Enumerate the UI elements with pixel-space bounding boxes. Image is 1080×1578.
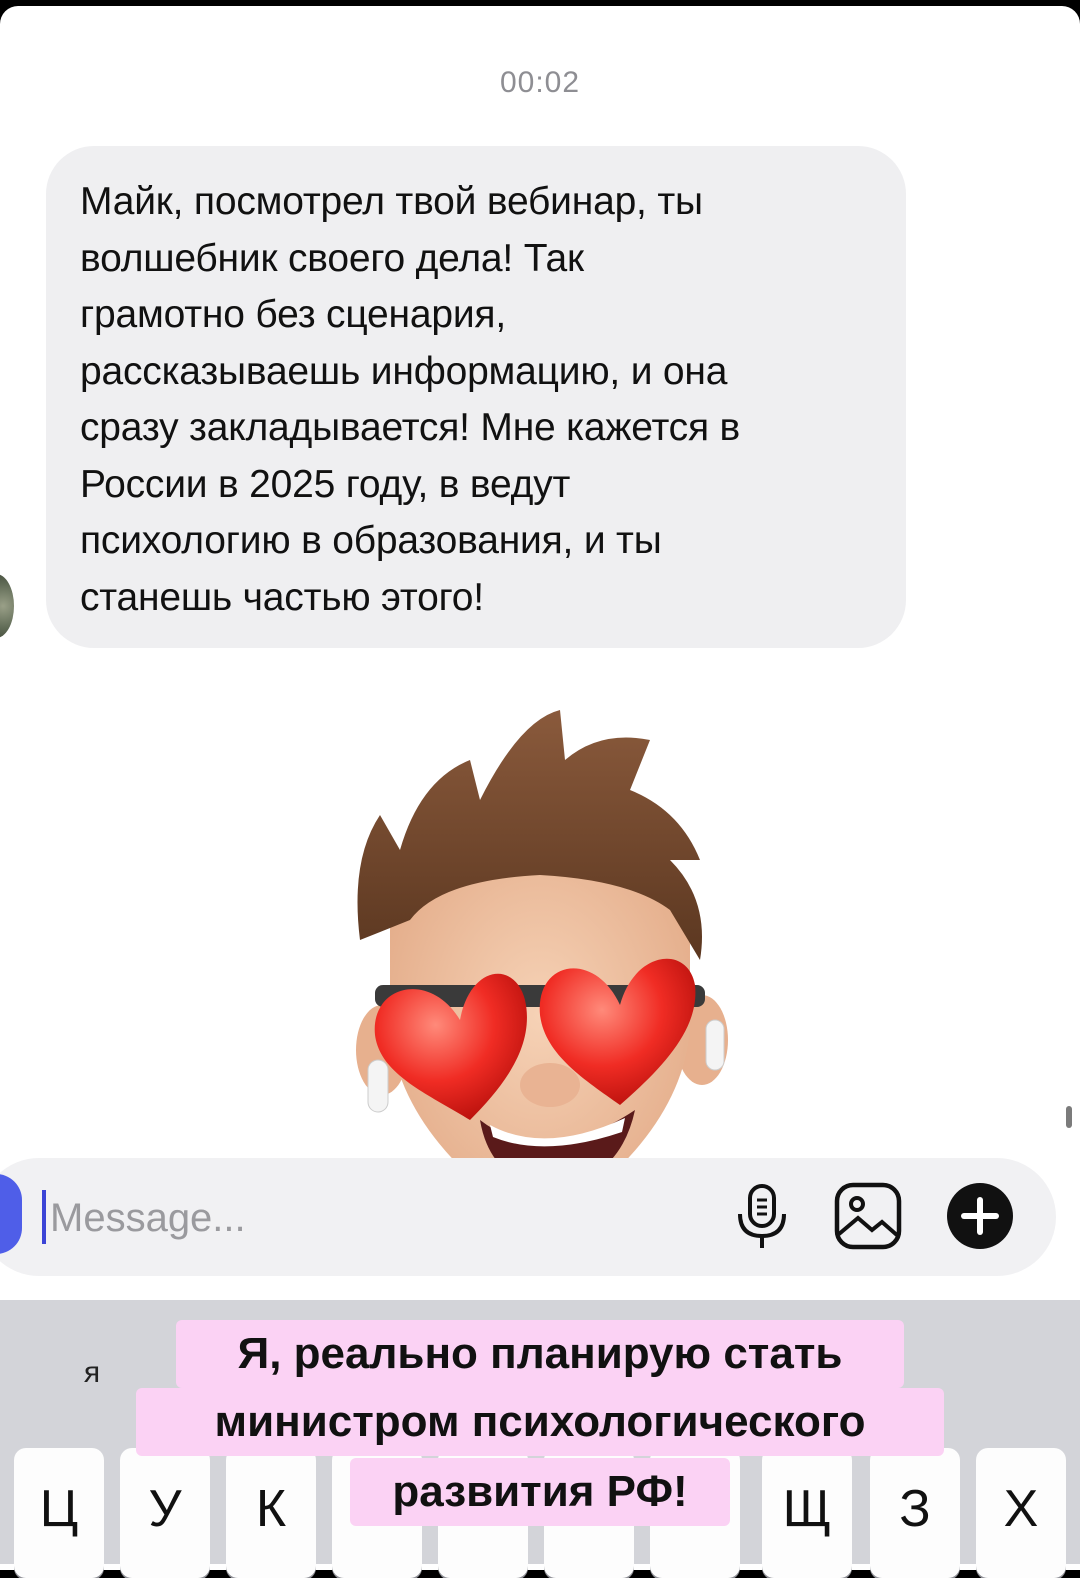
key-u[interactable]: У: [120, 1448, 210, 1578]
key-z[interactable]: З: [870, 1448, 960, 1578]
key-shch[interactable]: Щ: [762, 1448, 852, 1578]
key-kh[interactable]: Х: [976, 1448, 1066, 1578]
key-ts[interactable]: Ц: [14, 1448, 104, 1578]
key-ye[interactable]: [332, 1448, 422, 1578]
key-n[interactable]: [438, 1448, 528, 1578]
key-k[interactable]: К: [226, 1448, 316, 1578]
microphone-icon[interactable]: [726, 1180, 798, 1252]
key-sh[interactable]: [650, 1448, 740, 1578]
sender-avatar[interactable]: [0, 574, 14, 638]
scroll-indicator[interactable]: [1066, 1106, 1072, 1128]
message-input[interactable]: [50, 1190, 650, 1246]
keyboard-suggestion[interactable]: я: [62, 1356, 122, 1390]
message-bubble[interactable]: Майк, посмотрел твой вебинар, ты волшебн…: [46, 146, 906, 648]
message-text: Майк, посмотрел твой вебинар, ты волшебн…: [80, 180, 741, 619]
key-g[interactable]: [544, 1448, 634, 1578]
gallery-icon[interactable]: [832, 1180, 904, 1252]
text-caret: [42, 1190, 46, 1244]
message-timestamp: 00:02: [499, 66, 581, 99]
plus-icon[interactable]: [944, 1180, 1016, 1252]
